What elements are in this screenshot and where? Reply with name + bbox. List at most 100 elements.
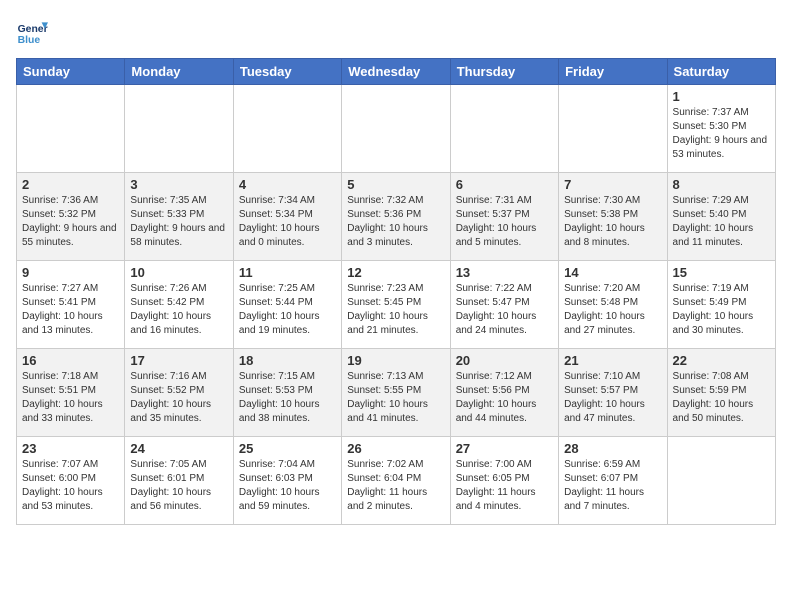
day-cell: 2Sunrise: 7:36 AM Sunset: 5:32 PM Daylig… xyxy=(17,173,125,261)
day-info: Sunrise: 7:26 AM Sunset: 5:42 PM Dayligh… xyxy=(130,282,227,338)
day-info: Sunrise: 7:31 AM Sunset: 5:37 PM Dayligh… xyxy=(456,194,553,250)
week-row-1: 2Sunrise: 7:36 AM Sunset: 5:32 PM Daylig… xyxy=(17,173,776,261)
day-cell xyxy=(125,85,233,173)
day-number: 4 xyxy=(239,177,336,192)
day-number: 7 xyxy=(564,177,661,192)
weekday-header-saturday: Saturday xyxy=(667,59,775,85)
day-number: 25 xyxy=(239,441,336,456)
day-cell: 4 Sunrise: 7:34 AM Sunset: 5:34 PM Daylig… xyxy=(233,173,341,261)
day-cell xyxy=(233,85,341,173)
day-cell: 7 Sunrise: 7:30 AM Sunset: 5:38 PM Daylig… xyxy=(559,173,667,261)
day-cell: 24 Sunrise: 7:05 AM Sunset: 6:01 PM Dayli… xyxy=(125,437,233,525)
day-number: 16 xyxy=(22,353,119,368)
day-info: Sunrise: 7:13 AM Sunset: 5:55 PM Dayligh… xyxy=(347,370,444,426)
day-number: 18 xyxy=(239,353,336,368)
day-info: Sunrise: 7:25 AM Sunset: 5:44 PM Dayligh… xyxy=(239,282,336,338)
day-number: 3 xyxy=(130,177,227,192)
day-info: Sunrise: 7:32 AM Sunset: 5:36 PM Dayligh… xyxy=(347,194,444,250)
day-cell: 15Sunrise: 7:19 AM Sunset: 5:49 PM Dayli… xyxy=(667,261,775,349)
day-number: 1 xyxy=(673,89,770,104)
day-info: Sunrise: 7:00 AM Sunset: 6:05 PM Dayligh… xyxy=(456,458,553,514)
day-cell: 10 Sunrise: 7:26 AM Sunset: 5:42 PM Dayli… xyxy=(125,261,233,349)
day-number: 14 xyxy=(564,265,661,280)
day-number: 15 xyxy=(673,265,770,280)
day-number: 22 xyxy=(673,353,770,368)
day-info: Sunrise: 7:36 AM Sunset: 5:32 PM Dayligh… xyxy=(22,194,119,250)
day-number: 12 xyxy=(347,265,444,280)
day-number: 10 xyxy=(130,265,227,280)
logo: General Blue xyxy=(16,16,52,48)
day-number: 6 xyxy=(456,177,553,192)
day-number: 27 xyxy=(456,441,553,456)
day-number: 17 xyxy=(130,353,227,368)
day-cell: 5 Sunrise: 7:32 AM Sunset: 5:36 PM Daylig… xyxy=(342,173,450,261)
weekday-header-monday: Monday xyxy=(125,59,233,85)
day-cell: 9 Sunrise: 7:27 AM Sunset: 5:41 PM Daylig… xyxy=(17,261,125,349)
week-row-0: 1 Sunrise: 7:37 AM Sunset: 5:30 PM Daylig… xyxy=(17,85,776,173)
day-cell: 1 Sunrise: 7:37 AM Sunset: 5:30 PM Daylig… xyxy=(667,85,775,173)
day-cell: 20 Sunrise: 7:12 AM Sunset: 5:56 PM Dayli… xyxy=(450,349,558,437)
day-info: Sunrise: 7:30 AM Sunset: 5:38 PM Dayligh… xyxy=(564,194,661,250)
logo-icon: General Blue xyxy=(16,16,48,48)
day-cell: 13 Sunrise: 7:22 AM Sunset: 5:47 PM Dayli… xyxy=(450,261,558,349)
day-number: 28 xyxy=(564,441,661,456)
day-cell: 26 Sunrise: 7:02 AM Sunset: 6:04 PM Dayli… xyxy=(342,437,450,525)
week-row-3: 16 Sunrise: 7:18 AM Sunset: 5:51 PM Dayli… xyxy=(17,349,776,437)
day-cell xyxy=(17,85,125,173)
day-info: Sunrise: 7:02 AM Sunset: 6:04 PM Dayligh… xyxy=(347,458,444,514)
svg-text:Blue: Blue xyxy=(18,35,41,46)
day-cell: 25 Sunrise: 7:04 AM Sunset: 6:03 PM Dayli… xyxy=(233,437,341,525)
weekday-header-tuesday: Tuesday xyxy=(233,59,341,85)
day-info: Sunrise: 7:29 AM Sunset: 5:40 PM Dayligh… xyxy=(673,194,770,250)
day-info: Sunrise: 7:16 AM Sunset: 5:52 PM Dayligh… xyxy=(130,370,227,426)
day-cell xyxy=(450,85,558,173)
day-cell: 27 Sunrise: 7:00 AM Sunset: 6:05 PM Dayli… xyxy=(450,437,558,525)
weekday-header-row: SundayMondayTuesdayWednesdayThursdayFrid… xyxy=(17,59,776,85)
weekday-header-thursday: Thursday xyxy=(450,59,558,85)
calendar-table: SundayMondayTuesdayWednesdayThursdayFrid… xyxy=(16,58,776,525)
day-cell: 14Sunrise: 7:20 AM Sunset: 5:48 PM Dayli… xyxy=(559,261,667,349)
day-cell: 6 Sunrise: 7:31 AM Sunset: 5:37 PM Daylig… xyxy=(450,173,558,261)
day-cell xyxy=(559,85,667,173)
day-cell: 18Sunrise: 7:15 AM Sunset: 5:53 PM Dayli… xyxy=(233,349,341,437)
week-row-4: 23 Sunrise: 7:07 AM Sunset: 6:00 PM Dayli… xyxy=(17,437,776,525)
day-cell: 22 Sunrise: 7:08 AM Sunset: 5:59 PM Dayli… xyxy=(667,349,775,437)
day-info: Sunrise: 7:12 AM Sunset: 5:56 PM Dayligh… xyxy=(456,370,553,426)
day-cell: 3 Sunrise: 7:35 AM Sunset: 5:33 PM Daylig… xyxy=(125,173,233,261)
day-info: Sunrise: 7:22 AM Sunset: 5:47 PM Dayligh… xyxy=(456,282,553,338)
day-cell: 11 Sunrise: 7:25 AM Sunset: 5:44 PM Dayli… xyxy=(233,261,341,349)
day-info: Sunrise: 7:27 AM Sunset: 5:41 PM Dayligh… xyxy=(22,282,119,338)
day-number: 20 xyxy=(456,353,553,368)
day-cell: 23 Sunrise: 7:07 AM Sunset: 6:00 PM Dayli… xyxy=(17,437,125,525)
day-number: 11 xyxy=(239,265,336,280)
day-info: Sunrise: 7:07 AM Sunset: 6:00 PM Dayligh… xyxy=(22,458,119,514)
day-number: 23 xyxy=(22,441,119,456)
day-info: Sunrise: 7:04 AM Sunset: 6:03 PM Dayligh… xyxy=(239,458,336,514)
day-number: 9 xyxy=(22,265,119,280)
weekday-header-wednesday: Wednesday xyxy=(342,59,450,85)
day-cell: 21Sunrise: 7:10 AM Sunset: 5:57 PM Dayli… xyxy=(559,349,667,437)
day-number: 24 xyxy=(130,441,227,456)
weekday-header-sunday: Sunday xyxy=(17,59,125,85)
day-cell: 8 Sunrise: 7:29 AM Sunset: 5:40 PM Daylig… xyxy=(667,173,775,261)
day-number: 5 xyxy=(347,177,444,192)
day-number: 21 xyxy=(564,353,661,368)
day-info: Sunrise: 7:08 AM Sunset: 5:59 PM Dayligh… xyxy=(673,370,770,426)
day-number: 13 xyxy=(456,265,553,280)
day-cell: 19Sunrise: 7:13 AM Sunset: 5:55 PM Dayli… xyxy=(342,349,450,437)
day-cell xyxy=(667,437,775,525)
day-info: Sunrise: 7:18 AM Sunset: 5:51 PM Dayligh… xyxy=(22,370,119,426)
day-cell: 17 Sunrise: 7:16 AM Sunset: 5:52 PM Dayli… xyxy=(125,349,233,437)
day-info: Sunrise: 7:34 AM Sunset: 5:34 PM Dayligh… xyxy=(239,194,336,250)
day-info: Sunrise: 7:35 AM Sunset: 5:33 PM Dayligh… xyxy=(130,194,227,250)
day-cell: 28Sunrise: 6:59 AM Sunset: 6:07 PM Dayli… xyxy=(559,437,667,525)
day-cell xyxy=(342,85,450,173)
day-number: 8 xyxy=(673,177,770,192)
day-info: Sunrise: 7:37 AM Sunset: 5:30 PM Dayligh… xyxy=(673,106,770,162)
week-row-2: 9 Sunrise: 7:27 AM Sunset: 5:41 PM Daylig… xyxy=(17,261,776,349)
day-info: Sunrise: 7:05 AM Sunset: 6:01 PM Dayligh… xyxy=(130,458,227,514)
weekday-header-friday: Friday xyxy=(559,59,667,85)
day-info: Sunrise: 7:23 AM Sunset: 5:45 PM Dayligh… xyxy=(347,282,444,338)
day-cell: 12 Sunrise: 7:23 AM Sunset: 5:45 PM Dayli… xyxy=(342,261,450,349)
day-number: 26 xyxy=(347,441,444,456)
